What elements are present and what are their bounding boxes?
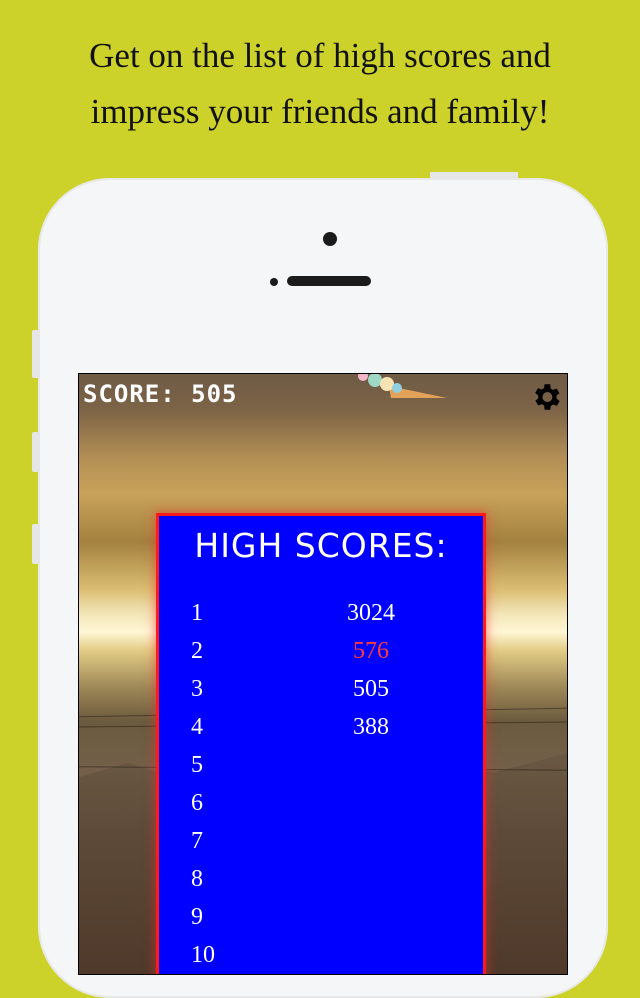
high-score-rank: 4	[191, 714, 203, 740]
phone-volume-down	[32, 524, 40, 564]
high-score-row: 10	[159, 942, 483, 974]
high-score-rank: 5	[191, 752, 203, 778]
phone-mute-switch	[32, 330, 40, 378]
high-score-rank: 2	[191, 638, 203, 664]
high-score-rank: 7	[191, 828, 203, 854]
high-score-value: 505	[353, 676, 389, 702]
gear-icon[interactable]	[529, 380, 563, 414]
phone-power-button	[430, 172, 518, 178]
promo-headline: Get on the list of high scores and impre…	[0, 28, 640, 140]
high-score-row: 1 3024	[159, 600, 483, 638]
camera-icon	[323, 232, 337, 246]
high-scores-panel: HIGH SCORES: 1 3024 2 576 3 505 4 388 5 6 7 8 9 10	[159, 516, 483, 974]
high-score-row: 7	[159, 828, 483, 866]
high-score-rank: 3	[191, 676, 203, 702]
high-score-row: 5	[159, 752, 483, 790]
promo-line-2: impress your friends and family!	[90, 92, 550, 131]
score-display: SCORE: 505	[83, 380, 238, 408]
high-score-row: 3 505	[159, 676, 483, 714]
game-screen[interactable]: SCORE: 505 HIGH SCORES: 1 3024 2 576 3 505 4 38…	[78, 373, 568, 975]
high-score-rank: 1	[191, 600, 203, 626]
phone-volume-up	[32, 432, 40, 472]
high-scores-title: HIGH SCORES:	[194, 526, 448, 565]
high-score-value: 3024	[347, 600, 395, 626]
high-score-row: 4 388	[159, 714, 483, 752]
high-score-value: 576	[353, 638, 389, 664]
high-score-rank: 9	[191, 904, 203, 930]
high-score-row: 6	[159, 790, 483, 828]
high-score-value: 388	[353, 714, 389, 740]
high-score-rank: 6	[191, 790, 203, 816]
sensor-dot	[270, 278, 278, 286]
ice-cream-cone-icon	[358, 374, 447, 398]
high-score-rank: 8	[191, 866, 203, 892]
high-score-row: 9	[159, 904, 483, 942]
high-score-rank: 10	[191, 942, 215, 968]
speaker-grille	[287, 276, 371, 286]
high-score-row: 2 576	[159, 638, 483, 676]
high-score-row: 8	[159, 866, 483, 904]
promo-line-1: Get on the list of high scores and	[89, 36, 551, 75]
